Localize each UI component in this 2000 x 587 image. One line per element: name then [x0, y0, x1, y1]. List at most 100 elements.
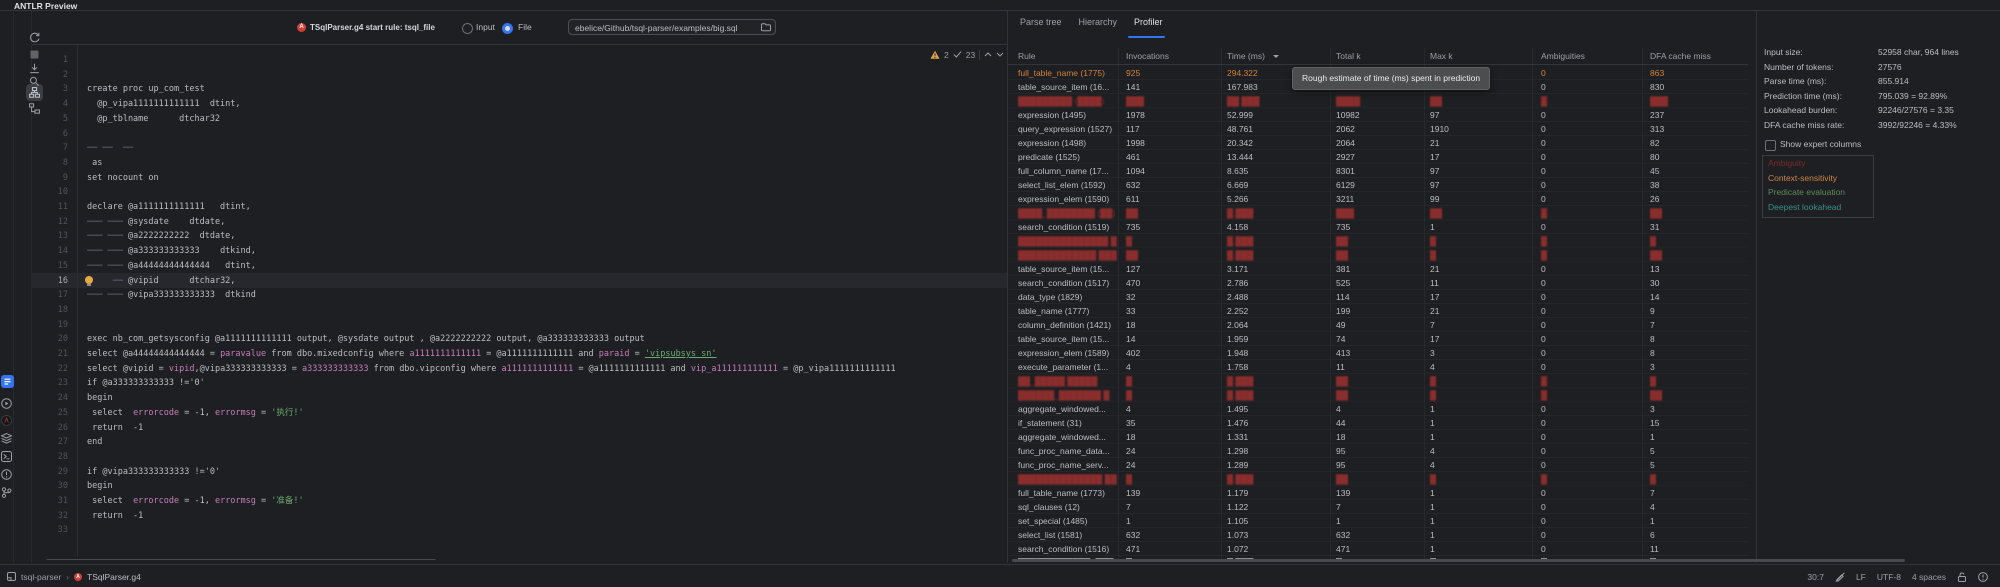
table-row[interactable]: search_condition (1517)4702.78652511030: [1008, 276, 1748, 290]
lock-icon[interactable]: [1957, 572, 1967, 582]
code-line[interactable]: ─── ─── @a44444444444444 dtint,: [87, 259, 256, 274]
table-row[interactable]: search_condition (1519)7354.1587351031: [1008, 220, 1748, 234]
table-hscrollbar[interactable]: [1012, 559, 1905, 562]
code-line[interactable]: select errorcode = -1, errormsg = '准备!': [87, 494, 304, 509]
folder-icon[interactable]: [761, 23, 771, 32]
file-path-input[interactable]: ebelice/Github/tsql-parser/examples/big.…: [568, 19, 776, 35]
breadcrumb[interactable]: tsql-parser › A TSqlParser.g4: [7, 572, 141, 582]
breadcrumb-project[interactable]: tsql-parser: [21, 572, 61, 582]
table-row[interactable]: predicate (1525)46113.444292717080: [1008, 150, 1748, 164]
tab-profiler[interactable]: Profiler: [1134, 17, 1163, 27]
table-row[interactable]: aggregate_windowed...181.33118101: [1008, 430, 1748, 444]
project-window-icon[interactable]: [7, 572, 16, 581]
caret-position[interactable]: 30:7: [1807, 572, 1824, 582]
file-radio-label[interactable]: File: [518, 22, 532, 32]
code-editor[interactable]: 1234567891011121314151617181920212223242…: [32, 45, 1007, 560]
code-line[interactable]: declare @a1111111111111 dtint,: [87, 200, 251, 215]
file-radio[interactable]: [502, 23, 513, 34]
table-row[interactable]: search_condition (1516)4711.0724711011: [1008, 542, 1748, 556]
code-line[interactable]: ── @vipid dtchar32,: [87, 274, 235, 289]
tab-hierarchy[interactable]: Hierarchy: [1079, 17, 1118, 27]
expert-columns-checkbox[interactable]: [1765, 140, 1776, 151]
readonly-pen-icon[interactable]: [1835, 572, 1845, 582]
prev-issue-icon[interactable]: [984, 52, 992, 57]
inspections-widget[interactable]: 2 23: [930, 48, 1004, 61]
table-row[interactable]: full_column_name (17...10948.63583019704…: [1008, 164, 1748, 178]
column-header-time-ms-[interactable]: Time (ms): [1227, 48, 1265, 64]
breadcrumb-file[interactable]: TSqlParser.g4: [87, 572, 141, 582]
code-line[interactable]: @p_vipa1111111111111 dtint,: [87, 97, 241, 112]
table-row[interactable]: table_source_item (15...1273.17138121013: [1008, 262, 1748, 276]
input-radio[interactable]: [462, 23, 473, 34]
table-row[interactable]: ██████████████ ████.████████: [1008, 472, 1748, 486]
code-line[interactable]: begin: [87, 479, 113, 494]
input-radio-label[interactable]: Input: [476, 22, 495, 32]
antlr-logo-icon[interactable]: [1, 415, 12, 426]
table-stats-divider[interactable]: [1756, 11, 1757, 563]
next-issue-icon[interactable]: [996, 52, 1004, 57]
table-row[interactable]: sql_clauses (12)71.1227104: [1008, 500, 1748, 514]
intention-bulb-icon[interactable]: [85, 276, 93, 284]
table-row[interactable]: expression_elem (1589)4021.948413308: [1008, 346, 1748, 360]
column-header-rule[interactable]: Rule: [1018, 48, 1035, 64]
table-row[interactable]: column_definition (1421)182.06449707: [1008, 318, 1748, 332]
run-tool-icon[interactable]: [1, 398, 12, 409]
notifications-icon[interactable]: [1978, 572, 1988, 582]
table-row[interactable]: expression (1498)199820.342206421082: [1008, 136, 1748, 150]
code-line[interactable]: ─── ─── @a2222222222 dtdate,: [87, 229, 235, 244]
code-line[interactable]: as: [87, 156, 102, 171]
table-row[interactable]: table_name (1777)332.2521992109: [1008, 304, 1748, 318]
code-line[interactable]: create proc up_com_test: [87, 82, 205, 97]
table-row[interactable]: select_list_elem (1592)6326.669612997038: [1008, 178, 1748, 192]
code-line[interactable]: if @vipa333333333333 !='0': [87, 465, 220, 480]
profiler-table-body[interactable]: full_table_name (1775)925294.3220863tabl…: [1008, 66, 1748, 562]
table-row[interactable]: expression_elem (1590)6115.266321199026: [1008, 192, 1748, 206]
table-row[interactable]: set_special (1485)11.1051101: [1008, 514, 1748, 528]
table-row[interactable]: data_type (1829)322.48811417014: [1008, 290, 1748, 304]
table-row[interactable]: █████████████ ██████.█████████: [1008, 248, 1748, 262]
code-line[interactable]: ─── ─── @a333333333333 dtkind,: [87, 244, 256, 259]
problems-icon[interactable]: [1, 469, 12, 480]
table-row[interactable]: func_proc_name_serv...241.28995405: [1008, 458, 1748, 472]
column-header-max-k[interactable]: Max k: [1430, 48, 1453, 64]
table-row[interactable]: ██████_███████ ███.█████████: [1008, 388, 1748, 402]
table-row[interactable]: select_list (1581)6321.073632106: [1008, 528, 1748, 542]
table-row[interactable]: full_table_name (1773)1391.179139107: [1008, 486, 1748, 500]
column-header-ambiguities[interactable]: Ambiguities: [1541, 48, 1585, 64]
table-row[interactable]: query_expression (1527)11748.76120621910…: [1008, 122, 1748, 136]
table-row[interactable]: func_proc_name_data...241.29895405: [1008, 444, 1748, 458]
code-line[interactable]: end: [87, 435, 102, 450]
code-line[interactable]: ── ── ──: [87, 141, 133, 156]
code-line[interactable]: select @a44444444444444 = paravalue from…: [87, 347, 717, 362]
column-header-dfa-cache-miss[interactable]: DFA cache miss: [1650, 48, 1711, 64]
column-header-total-k[interactable]: Total k: [1336, 48, 1361, 64]
code-line[interactable]: @p_tblname dtchar32: [87, 112, 220, 127]
sort-descending-icon[interactable]: [1273, 55, 1279, 58]
encoding-selector[interactable]: UTF-8: [1877, 572, 1901, 582]
table-row[interactable]: aggregate_windowed...41.4954103: [1008, 402, 1748, 416]
column-header-invocations[interactable]: Invocations: [1126, 48, 1169, 64]
table-row[interactable]: ██_█████ ███████.████████: [1008, 374, 1748, 388]
table-row[interactable]: expression (1495)197852.99910982970237: [1008, 108, 1748, 122]
editor-hscrollbar[interactable]: [46, 559, 436, 560]
code-line[interactable]: begin: [87, 391, 113, 406]
indent-selector[interactable]: 4 spaces: [1912, 572, 1946, 582]
table-row[interactable]: ████_████████ (██)███.███████████: [1008, 206, 1748, 220]
code-line[interactable]: select errorcode = -1, errormsg = '执行!': [87, 406, 304, 421]
git-branch-icon[interactable]: [1, 487, 12, 498]
expert-columns-label[interactable]: Show expert columns: [1780, 139, 1861, 149]
code-line[interactable]: return -1: [87, 421, 143, 436]
code-line[interactable]: select @vipid = vipid,@vipa333333333333 …: [87, 362, 896, 377]
code-line[interactable]: set nocount on: [87, 171, 159, 186]
table-row[interactable]: ███████████████ ███.████████: [1008, 234, 1748, 248]
line-ending-selector[interactable]: LF: [1856, 572, 1866, 582]
code-line[interactable]: ─── ─── @sysdate dtdate,: [87, 215, 225, 230]
code-line[interactable]: return -1: [87, 509, 143, 524]
terminal-icon[interactable]: [1, 451, 12, 462]
tab-parse-tree[interactable]: Parse tree: [1020, 17, 1062, 27]
code-line[interactable]: ─── ─── @vipa333333333333 dtkind: [87, 288, 256, 303]
code-line[interactable]: exec nb_com_getsysconfig @a1111111111111…: [87, 332, 645, 347]
code-line[interactable]: if @a333333333333 !='0': [87, 376, 205, 391]
services-layers-icon[interactable]: [1, 433, 12, 444]
table-row[interactable]: if_statement (31)351.476441015: [1008, 416, 1748, 430]
